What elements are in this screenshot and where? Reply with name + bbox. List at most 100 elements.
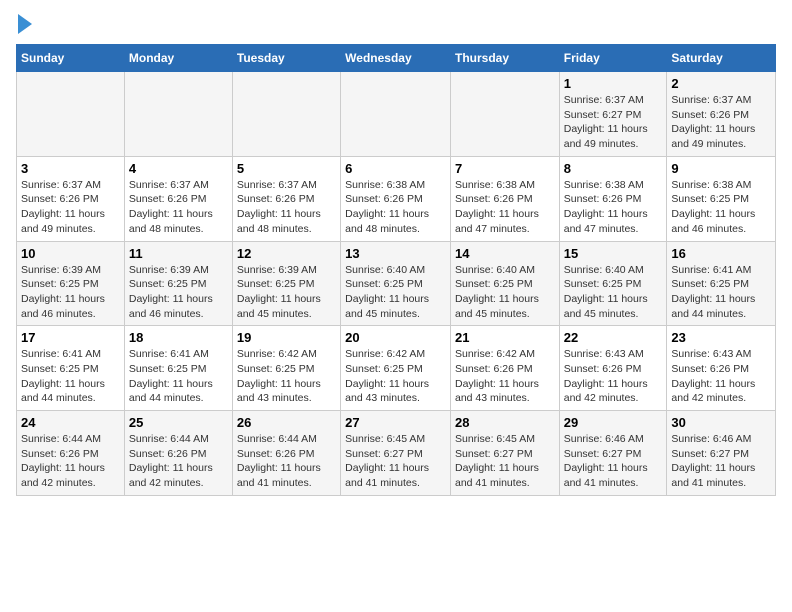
calendar-cell: 29Sunrise: 6:46 AM Sunset: 6:27 PM Dayli… bbox=[559, 411, 667, 496]
weekday-header: Thursday bbox=[450, 45, 559, 72]
day-number: 14 bbox=[455, 246, 555, 261]
calendar-cell: 10 Sunrise: 6:39 AM Sunset: 6:25 PM Dayli… bbox=[17, 241, 125, 326]
calendar-cell: 23Sunrise: 6:43 AM Sunset: 6:26 PM Dayli… bbox=[667, 326, 776, 411]
day-number: 27 bbox=[345, 415, 446, 430]
day-info: Sunrise: 6:37 AM Sunset: 6:26 PM Dayligh… bbox=[237, 178, 336, 237]
day-info: Sunrise: 6:44 AM Sunset: 6:26 PM Dayligh… bbox=[237, 432, 336, 491]
calendar-cell: 26 Sunrise: 6:44 AM Sunset: 6:26 PM Dayli… bbox=[232, 411, 340, 496]
weekday-header: Sunday bbox=[17, 45, 125, 72]
day-info: Sunrise: 6:41 AM Sunset: 6:25 PM Dayligh… bbox=[129, 347, 228, 406]
day-info: Sunrise: 6:46 AM Sunset: 6:27 PM Dayligh… bbox=[564, 432, 663, 491]
day-number: 26 bbox=[237, 415, 336, 430]
calendar-cell: 24 Sunrise: 6:44 AM Sunset: 6:26 PM Dayli… bbox=[17, 411, 125, 496]
day-info: Sunrise: 6:37 AM Sunset: 6:26 PM Dayligh… bbox=[21, 178, 120, 237]
calendar-table: SundayMondayTuesdayWednesdayThursdayFrid… bbox=[16, 44, 776, 496]
day-number: 4 bbox=[129, 161, 228, 176]
calendar-cell: 1 Sunrise: 6:37 AM Sunset: 6:27 PM Daylig… bbox=[559, 72, 667, 157]
day-info: Sunrise: 6:40 AM Sunset: 6:25 PM Dayligh… bbox=[564, 263, 663, 322]
day-number: 9 bbox=[671, 161, 771, 176]
calendar-cell: 6Sunrise: 6:38 AM Sunset: 6:26 PM Daylig… bbox=[341, 156, 451, 241]
day-number: 3 bbox=[21, 161, 120, 176]
calendar-cell bbox=[341, 72, 451, 157]
calendar-cell: 28 Sunrise: 6:45 AM Sunset: 6:27 PM Dayli… bbox=[450, 411, 559, 496]
day-number: 19 bbox=[237, 330, 336, 345]
calendar-cell: 22Sunrise: 6:43 AM Sunset: 6:26 PM Dayli… bbox=[559, 326, 667, 411]
calendar-week-row: 24 Sunrise: 6:44 AM Sunset: 6:26 PM Dayli… bbox=[17, 411, 776, 496]
day-info: Sunrise: 6:43 AM Sunset: 6:26 PM Dayligh… bbox=[671, 347, 771, 406]
day-number: 7 bbox=[455, 161, 555, 176]
logo-arrow-icon bbox=[18, 14, 32, 34]
day-number: 11 bbox=[129, 246, 228, 261]
day-info: Sunrise: 6:37 AM Sunset: 6:27 PM Dayligh… bbox=[564, 93, 663, 152]
calendar-cell bbox=[124, 72, 232, 157]
calendar-cell: 25 Sunrise: 6:44 AM Sunset: 6:26 PM Dayli… bbox=[124, 411, 232, 496]
calendar-cell: 21 Sunrise: 6:42 AM Sunset: 6:26 PM Dayli… bbox=[450, 326, 559, 411]
calendar-header-row: SundayMondayTuesdayWednesdayThursdayFrid… bbox=[17, 45, 776, 72]
calendar-cell: 20Sunrise: 6:42 AM Sunset: 6:25 PM Dayli… bbox=[341, 326, 451, 411]
day-info: Sunrise: 6:39 AM Sunset: 6:25 PM Dayligh… bbox=[21, 263, 120, 322]
day-info: Sunrise: 6:38 AM Sunset: 6:26 PM Dayligh… bbox=[564, 178, 663, 237]
day-number: 12 bbox=[237, 246, 336, 261]
day-info: Sunrise: 6:42 AM Sunset: 6:26 PM Dayligh… bbox=[455, 347, 555, 406]
day-number: 24 bbox=[21, 415, 120, 430]
calendar-cell: 27 Sunrise: 6:45 AM Sunset: 6:27 PM Dayli… bbox=[341, 411, 451, 496]
calendar-week-row: 17 Sunrise: 6:41 AM Sunset: 6:25 PM Dayli… bbox=[17, 326, 776, 411]
day-number: 17 bbox=[21, 330, 120, 345]
calendar-cell bbox=[17, 72, 125, 157]
day-info: Sunrise: 6:46 AM Sunset: 6:27 PM Dayligh… bbox=[671, 432, 771, 491]
calendar-cell: 5 Sunrise: 6:37 AM Sunset: 6:26 PM Daylig… bbox=[232, 156, 340, 241]
calendar-week-row: 3 Sunrise: 6:37 AM Sunset: 6:26 PM Daylig… bbox=[17, 156, 776, 241]
day-info: Sunrise: 6:44 AM Sunset: 6:26 PM Dayligh… bbox=[21, 432, 120, 491]
calendar-cell: 4Sunrise: 6:37 AM Sunset: 6:26 PM Daylig… bbox=[124, 156, 232, 241]
day-info: Sunrise: 6:41 AM Sunset: 6:25 PM Dayligh… bbox=[21, 347, 120, 406]
day-info: Sunrise: 6:37 AM Sunset: 6:26 PM Dayligh… bbox=[671, 93, 771, 152]
calendar-cell: 12 Sunrise: 6:39 AM Sunset: 6:25 PM Dayli… bbox=[232, 241, 340, 326]
day-info: Sunrise: 6:38 AM Sunset: 6:26 PM Dayligh… bbox=[455, 178, 555, 237]
calendar-cell: 13 Sunrise: 6:40 AM Sunset: 6:25 PM Dayli… bbox=[341, 241, 451, 326]
calendar-cell: 11 Sunrise: 6:39 AM Sunset: 6:25 PM Dayli… bbox=[124, 241, 232, 326]
day-number: 1 bbox=[564, 76, 663, 91]
day-info: Sunrise: 6:42 AM Sunset: 6:25 PM Dayligh… bbox=[345, 347, 446, 406]
day-info: Sunrise: 6:42 AM Sunset: 6:25 PM Dayligh… bbox=[237, 347, 336, 406]
calendar-cell: 16Sunrise: 6:41 AM Sunset: 6:25 PM Dayli… bbox=[667, 241, 776, 326]
day-info: Sunrise: 6:39 AM Sunset: 6:25 PM Dayligh… bbox=[129, 263, 228, 322]
day-number: 30 bbox=[671, 415, 771, 430]
calendar-cell: 8 Sunrise: 6:38 AM Sunset: 6:26 PM Daylig… bbox=[559, 156, 667, 241]
calendar-cell: 15Sunrise: 6:40 AM Sunset: 6:25 PM Dayli… bbox=[559, 241, 667, 326]
day-info: Sunrise: 6:44 AM Sunset: 6:26 PM Dayligh… bbox=[129, 432, 228, 491]
day-number: 2 bbox=[671, 76, 771, 91]
day-number: 10 bbox=[21, 246, 120, 261]
page-header bbox=[16, 16, 776, 34]
calendar-cell: 14Sunrise: 6:40 AM Sunset: 6:25 PM Dayli… bbox=[450, 241, 559, 326]
weekday-header: Monday bbox=[124, 45, 232, 72]
weekday-header: Friday bbox=[559, 45, 667, 72]
calendar-cell: 18 Sunrise: 6:41 AM Sunset: 6:25 PM Dayli… bbox=[124, 326, 232, 411]
day-number: 28 bbox=[455, 415, 555, 430]
logo bbox=[16, 16, 32, 34]
day-info: Sunrise: 6:39 AM Sunset: 6:25 PM Dayligh… bbox=[237, 263, 336, 322]
day-info: Sunrise: 6:45 AM Sunset: 6:27 PM Dayligh… bbox=[455, 432, 555, 491]
day-number: 6 bbox=[345, 161, 446, 176]
weekday-header: Tuesday bbox=[232, 45, 340, 72]
calendar-cell: 7 Sunrise: 6:38 AM Sunset: 6:26 PM Daylig… bbox=[450, 156, 559, 241]
day-info: Sunrise: 6:38 AM Sunset: 6:25 PM Dayligh… bbox=[671, 178, 771, 237]
day-number: 22 bbox=[564, 330, 663, 345]
calendar-cell bbox=[232, 72, 340, 157]
day-number: 16 bbox=[671, 246, 771, 261]
weekday-header: Saturday bbox=[667, 45, 776, 72]
day-number: 21 bbox=[455, 330, 555, 345]
day-number: 8 bbox=[564, 161, 663, 176]
calendar-cell: 9 Sunrise: 6:38 AM Sunset: 6:25 PM Daylig… bbox=[667, 156, 776, 241]
day-number: 18 bbox=[129, 330, 228, 345]
day-info: Sunrise: 6:45 AM Sunset: 6:27 PM Dayligh… bbox=[345, 432, 446, 491]
day-number: 25 bbox=[129, 415, 228, 430]
calendar-week-row: 10 Sunrise: 6:39 AM Sunset: 6:25 PM Dayli… bbox=[17, 241, 776, 326]
calendar-cell: 19 Sunrise: 6:42 AM Sunset: 6:25 PM Dayli… bbox=[232, 326, 340, 411]
weekday-header: Wednesday bbox=[341, 45, 451, 72]
day-number: 13 bbox=[345, 246, 446, 261]
day-number: 5 bbox=[237, 161, 336, 176]
calendar-cell: 3 Sunrise: 6:37 AM Sunset: 6:26 PM Daylig… bbox=[17, 156, 125, 241]
calendar-cell: 2 Sunrise: 6:37 AM Sunset: 6:26 PM Daylig… bbox=[667, 72, 776, 157]
calendar-cell: 30 Sunrise: 6:46 AM Sunset: 6:27 PM Dayli… bbox=[667, 411, 776, 496]
day-info: Sunrise: 6:40 AM Sunset: 6:25 PM Dayligh… bbox=[345, 263, 446, 322]
